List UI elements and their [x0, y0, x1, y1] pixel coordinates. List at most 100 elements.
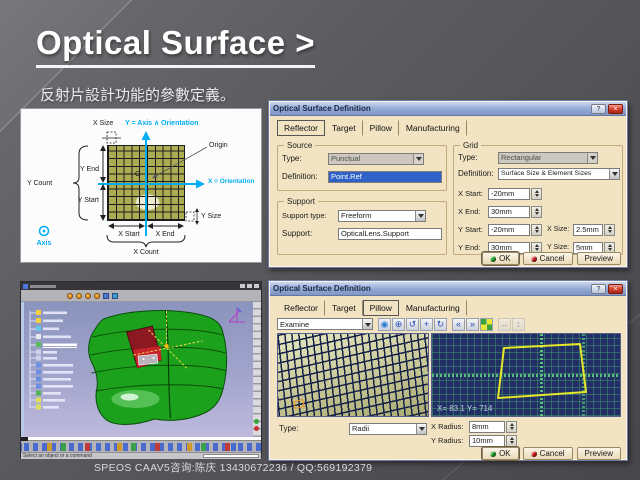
- tool-icon[interactable]: [94, 293, 100, 299]
- tool-icon[interactable]: [76, 293, 82, 299]
- y-radius-row: Y Radius: 10mm: [431, 434, 561, 447]
- cancel-button[interactable]: Cancel: [523, 252, 573, 265]
- pan-icon[interactable]: +: [420, 318, 433, 331]
- source-type-combo[interactable]: Punctual: [328, 153, 424, 165]
- tool-icon[interactable]: [85, 293, 91, 299]
- previous-view-icon[interactable]: «: [452, 318, 465, 331]
- tab-reflector[interactable]: Reflector: [277, 120, 325, 136]
- grid-type-combo[interactable]: Rectangular: [498, 152, 598, 164]
- tab-pillow[interactable]: Pillow: [363, 300, 399, 316]
- label-x-orientation: X = Orientation: [208, 179, 254, 186]
- compass-icon[interactable]: [227, 305, 247, 327]
- parameter-diagram: X Size Y = Axis ∧ Orientation Origin O X…: [20, 108, 262, 263]
- help-icon[interactable]: ?: [591, 284, 606, 294]
- label-x-size: X Size: [93, 120, 113, 127]
- close-icon[interactable]: [254, 284, 259, 288]
- chevron-down-icon: [415, 211, 425, 221]
- catia-bottom-toolbar[interactable]: [21, 441, 261, 453]
- tab-pillow[interactable]: Pillow: [363, 120, 399, 136]
- disabled-view-icon: ↔: [498, 318, 511, 331]
- label-y-end: Y End: [71, 166, 99, 173]
- contact-caption: SPEOS CAAV5咨询:陈庆 13430672236 / QQ:569192…: [94, 460, 372, 475]
- catia-toolbar[interactable]: [21, 290, 261, 302]
- fly-mode-icon[interactable]: ◉: [378, 318, 391, 331]
- catia-titlebar[interactable]: [21, 282, 261, 290]
- fit-all-icon[interactable]: [480, 318, 493, 331]
- minimize-icon[interactable]: [240, 284, 245, 288]
- preview-button[interactable]: Preview: [577, 447, 621, 460]
- tool-icon[interactable]: [67, 293, 73, 299]
- y-start-spinner[interactable]: [531, 224, 542, 236]
- viewport-right-toolbar-dots: [254, 419, 260, 433]
- y-radius-field[interactable]: 10mm: [469, 435, 505, 447]
- label-x-end: X End: [145, 231, 185, 238]
- tool-icon[interactable]: [103, 293, 109, 299]
- dialog-title: Optical Surface Definition: [273, 284, 589, 293]
- ok-button[interactable]: OK: [482, 252, 519, 265]
- source-legend: Source: [284, 141, 315, 150]
- label-x-count: X Count: [107, 249, 185, 256]
- x-start-spinner[interactable]: [531, 188, 542, 200]
- close-icon[interactable]: ×: [608, 104, 623, 114]
- ok-button[interactable]: OK: [482, 447, 519, 460]
- zoom-icon[interactable]: ⊕: [392, 318, 405, 331]
- preview-button[interactable]: Preview: [577, 252, 621, 265]
- source-group: Source Type: Punctual Definition: Point.…: [277, 145, 447, 191]
- catia-3d-viewport[interactable]: [21, 302, 261, 437]
- x-end-spinner[interactable]: [531, 206, 542, 218]
- support-type-combo[interactable]: Freeform: [338, 210, 426, 222]
- close-icon[interactable]: ×: [608, 284, 623, 294]
- chevron-down-icon: [362, 319, 372, 329]
- pillow-type-combo[interactable]: Radii: [349, 423, 427, 435]
- view-mode-combo[interactable]: Examine: [277, 318, 373, 330]
- support-field[interactable]: OpticalLens.Support: [338, 228, 442, 240]
- x-end-field[interactable]: 30mm: [488, 206, 530, 218]
- tab-target[interactable]: Target: [325, 120, 363, 136]
- y-size-label: Y Size:: [547, 244, 573, 251]
- status-text: Select an object or a command: [23, 453, 203, 459]
- maximize-icon[interactable]: [247, 284, 252, 288]
- x-size-field[interactable]: 2.5mm: [573, 224, 603, 236]
- mesh-preview-panel[interactable]: [277, 333, 429, 417]
- rotate-view-icon[interactable]: ↺: [406, 318, 419, 331]
- grid-legend: Grid: [460, 141, 481, 150]
- x-radius-field[interactable]: 8mm: [469, 421, 505, 433]
- x-start-field[interactable]: -20mm: [488, 188, 530, 200]
- viewport-right-toolbar[interactable]: [253, 302, 261, 437]
- tab-target[interactable]: Target: [325, 300, 363, 316]
- command-input[interactable]: [203, 454, 259, 458]
- cancel-icon: [531, 451, 537, 457]
- cancel-icon: [531, 256, 537, 262]
- support-group: Support Support type: Freeform Support: …: [277, 201, 447, 255]
- tab-reflector[interactable]: Reflector: [277, 300, 325, 316]
- y-radius-spinner[interactable]: [506, 435, 517, 447]
- chevron-down-icon: [413, 154, 423, 164]
- tab-manufacturing[interactable]: Manufacturing: [399, 120, 467, 136]
- profile-grid-panel[interactable]: X= 83.1 Y= 714: [431, 333, 621, 417]
- cancel-button[interactable]: Cancel: [523, 447, 573, 460]
- support-legend: Support: [284, 197, 318, 206]
- x-radius-spinner[interactable]: [506, 421, 517, 433]
- orbit-icon[interactable]: ↻: [434, 318, 447, 331]
- dialog-titlebar[interactable]: Optical Surface Definition ? ×: [270, 282, 626, 296]
- grid-group: Grid Type: Rectangular Definition: Surfa…: [453, 145, 623, 255]
- view-toolbar: Examine ◉ ⊕ ↺ + ↻ « » ↔ ↕: [277, 317, 619, 331]
- app-icon: [23, 284, 28, 289]
- tab-manufacturing[interactable]: Manufacturing: [399, 300, 467, 316]
- tool-icon[interactable]: [112, 293, 118, 299]
- dialog-titlebar[interactable]: Optical Surface Definition ? ×: [270, 102, 626, 116]
- y-start-field[interactable]: -20mm: [488, 224, 530, 236]
- catia-window: Select an object or a command: [20, 281, 262, 458]
- label-y-size: Y Size: [201, 213, 221, 220]
- grid-definition-combo[interactable]: Surface Size & Element Sizes: [498, 168, 620, 180]
- support-type-label: Support type:: [282, 211, 338, 220]
- x-size-spinner[interactable]: [604, 224, 615, 236]
- help-icon[interactable]: ?: [591, 104, 606, 114]
- next-view-icon[interactable]: »: [466, 318, 479, 331]
- label-x-start: X Start: [109, 231, 149, 238]
- label-y-count: Y Count: [27, 180, 52, 187]
- source-definition-field[interactable]: Point.Ref: [328, 171, 442, 183]
- chevron-down-icon: [416, 424, 426, 434]
- slide-subtitle: 反射片設計功能的參數定義。: [40, 84, 235, 105]
- label-axis: Axis: [29, 240, 59, 247]
